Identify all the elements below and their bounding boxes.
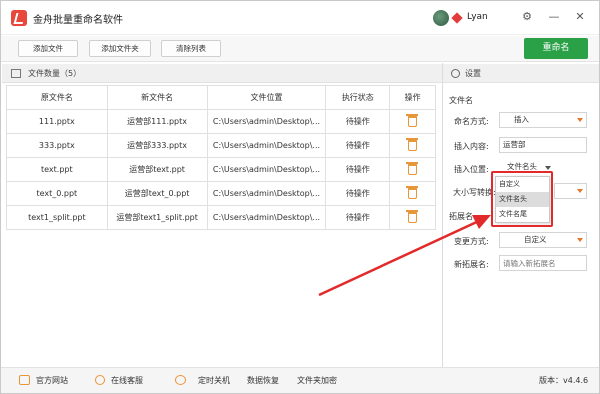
support-icon: [95, 375, 105, 385]
support-link[interactable]: 在线客服: [111, 375, 143, 386]
encrypt-link[interactable]: 文件夹加密: [297, 375, 337, 386]
app-window: 金舟批量重命名软件 Lyan ⚙ — ✕ 添加文件 添加文件夹 清除列表 重命名…: [0, 0, 600, 394]
clock-icon: [175, 375, 186, 385]
website-link[interactable]: 官方网站: [36, 375, 68, 386]
shutdown-link[interactable]: 定时关机: [198, 375, 230, 386]
status-bar: 官方网站 在线客服 定时关机 数据恢复 文件夹加密 版本：v4.4.6: [1, 367, 599, 393]
version-label: 版本：v4.4.6: [539, 376, 589, 385]
recovery-link[interactable]: 数据恢复: [247, 375, 279, 386]
arrow-shaft: [318, 218, 482, 297]
website-icon: [19, 375, 30, 385]
annotation-arrow: [318, 215, 491, 297]
